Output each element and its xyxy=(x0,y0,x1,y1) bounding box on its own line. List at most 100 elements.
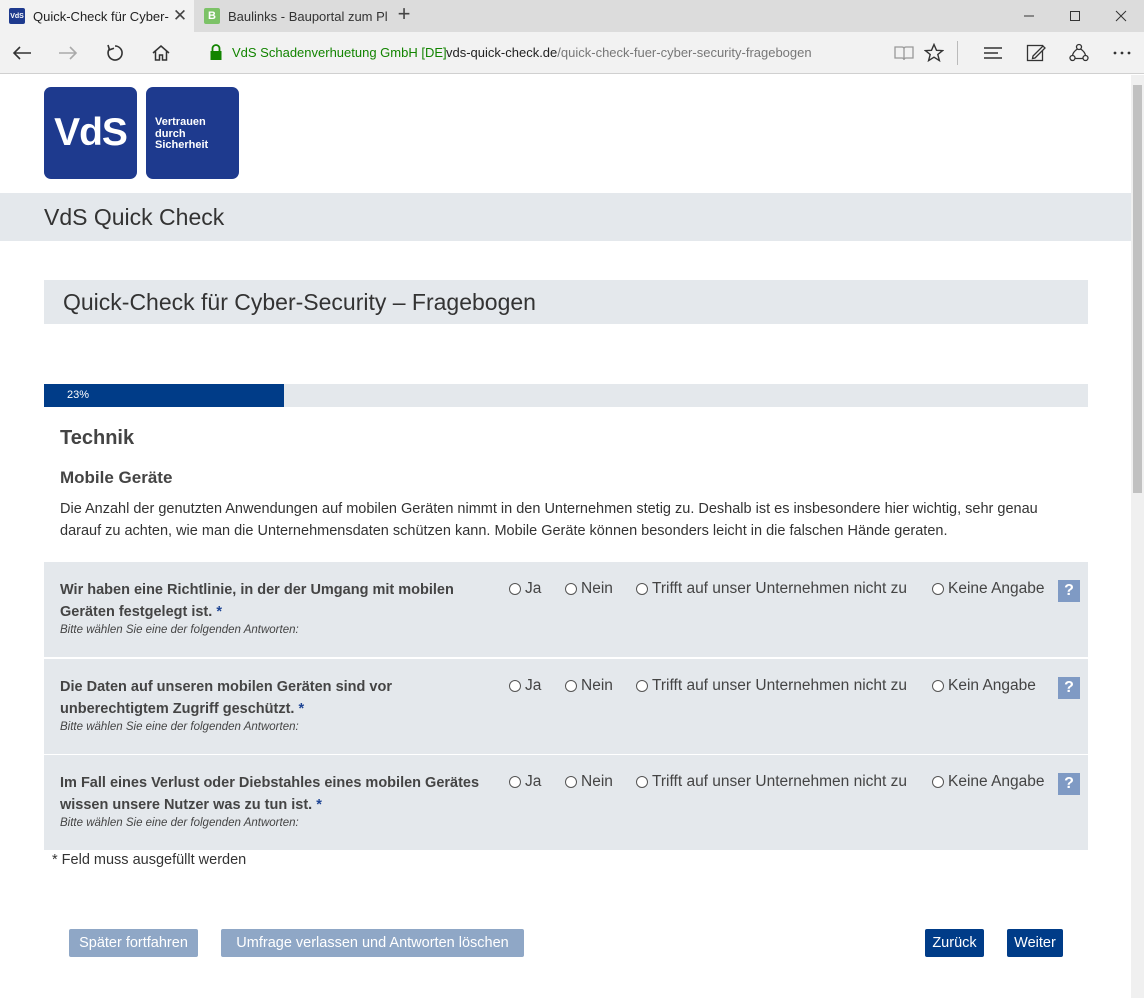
radio-option-keine-angabe[interactable]: Keine Angabe xyxy=(932,773,1045,791)
option-label: Trifft auf unser Unternehmen nicht zu xyxy=(652,580,908,597)
browser-tab-active[interactable]: VdS Quick-Check für Cyber- ✕ xyxy=(0,0,194,32)
radio-button[interactable] xyxy=(509,583,521,595)
option-label: Keine Angabe xyxy=(948,580,1045,597)
continue-later-button[interactable]: Später fortfahren xyxy=(69,929,198,957)
tab-title: Quick-Check für Cyber- xyxy=(33,8,169,24)
help-icon[interactable]: ? xyxy=(1058,580,1080,602)
radio-option-trifft-nicht-zu[interactable]: Trifft auf unser Unternehmen nicht zu xyxy=(636,773,907,791)
scrollbar-thumb[interactable] xyxy=(1133,85,1142,493)
vds-claim-logo[interactable]: Vertrauen durch Sicherheit xyxy=(146,87,239,179)
site-identity[interactable]: VdS Schadenverhuetung GmbH [DE] xyxy=(232,45,447,60)
question-text: Die Daten auf unseren mobilen Geräten si… xyxy=(60,676,490,720)
radio-button[interactable] xyxy=(932,776,944,788)
web-page: VdS Vertrauen durch Sicherheit VdS Quick… xyxy=(0,75,1131,998)
leave-survey-button[interactable]: Umfrage verlassen und Antworten löschen xyxy=(221,929,524,957)
question-3: Im Fall eines Verlust oder Diebstahles e… xyxy=(44,755,1088,850)
radio-option-ja[interactable]: Ja xyxy=(509,773,541,791)
radio-button[interactable] xyxy=(509,776,521,788)
required-mark: * xyxy=(316,797,322,813)
url-field[interactable]: vds-quick-check.de/quick-check-fuer-cybe… xyxy=(446,45,812,60)
reading-view-icon[interactable] xyxy=(888,37,920,69)
radio-button[interactable] xyxy=(565,680,577,692)
required-mark: * xyxy=(298,701,305,717)
browser-tab-bar: VdS Quick-Check für Cyber- ✕ B Baulinks … xyxy=(0,0,1144,32)
more-menu-icon[interactable] xyxy=(1106,37,1138,69)
help-icon[interactable]: ? xyxy=(1058,773,1080,795)
share-icon[interactable] xyxy=(1063,37,1095,69)
required-field-note: * Feld muss ausgefüllt werden xyxy=(52,852,247,868)
refresh-icon[interactable] xyxy=(99,37,131,69)
web-note-icon[interactable] xyxy=(1020,37,1052,69)
radio-option-nein[interactable]: Nein xyxy=(565,580,613,598)
tab-close-icon[interactable]: ✕ xyxy=(170,6,190,26)
minimize-icon[interactable] xyxy=(1006,0,1052,32)
question-text: Im Fall eines Verlust oder Diebstahles e… xyxy=(60,772,490,816)
section-title: Technik xyxy=(60,427,135,449)
section-subtitle: Mobile Geräte xyxy=(60,468,173,487)
radio-button[interactable] xyxy=(636,583,648,595)
home-icon[interactable] xyxy=(145,37,177,69)
option-label: Ja xyxy=(525,773,542,790)
brand-bar: VdS Quick Check xyxy=(0,193,1131,241)
page-scrollbar[interactable] xyxy=(1131,75,1144,998)
new-tab-icon[interactable]: + xyxy=(392,3,416,27)
next-button[interactable]: Weiter xyxy=(1007,929,1063,957)
maximize-icon[interactable] xyxy=(1052,0,1098,32)
option-label: Ja xyxy=(525,580,542,597)
radio-option-trifft-nicht-zu[interactable]: Trifft auf unser Unternehmen nicht zu xyxy=(636,580,907,598)
radio-button[interactable] xyxy=(565,583,577,595)
radio-button[interactable] xyxy=(932,680,944,692)
radio-option-nein[interactable]: Nein xyxy=(565,677,613,695)
logo-text: VdS xyxy=(54,111,128,154)
radio-option-nein[interactable]: Nein xyxy=(565,773,613,791)
baulinks-favicon-icon: B xyxy=(204,8,220,24)
question-2: Die Daten auf unseren mobilen Geräten si… xyxy=(44,659,1088,754)
question-label: Die Daten auf unseren mobilen Geräten si… xyxy=(60,679,392,717)
radio-option-kein-angabe[interactable]: Kein Angabe xyxy=(932,677,1036,695)
page-title: Quick-Check für Cyber-Security – Fragebo… xyxy=(63,289,536,315)
tab-title: Baulinks - Bauportal zum Pl xyxy=(228,8,388,24)
radio-option-ja[interactable]: Ja xyxy=(509,580,541,598)
radio-button[interactable] xyxy=(636,776,648,788)
option-label: Nein xyxy=(581,677,613,694)
question-hint: Bitte wählen Sie eine der folgenden Antw… xyxy=(60,817,299,829)
section-intro: Die Anzahl der genutzten Anwendungen auf… xyxy=(60,501,1038,539)
favorite-star-icon[interactable] xyxy=(918,37,950,69)
progress-label: 23% xyxy=(67,389,90,401)
radio-option-keine-angabe[interactable]: Keine Angabe xyxy=(932,580,1045,598)
back-arrow-icon[interactable] xyxy=(6,37,38,69)
forward-arrow-icon[interactable] xyxy=(52,37,84,69)
vds-logo[interactable]: VdS xyxy=(44,87,137,179)
option-label: Nein xyxy=(581,773,613,790)
lock-icon[interactable] xyxy=(209,43,223,66)
radio-option-ja[interactable]: Ja xyxy=(509,677,541,695)
required-mark: * xyxy=(216,604,222,620)
question-1: Wir haben eine Richtlinie, in der der Um… xyxy=(44,562,1088,657)
option-label: Trifft auf unser Unternehmen nicht zu xyxy=(652,677,908,694)
option-label: Kein Angabe xyxy=(948,677,1036,694)
browser-tab-baulinks[interactable]: B Baulinks - Bauportal zum Pl xyxy=(195,0,389,32)
brand-title: VdS Quick Check xyxy=(44,204,225,230)
question-label: Im Fall eines Verlust oder Diebstahles e… xyxy=(60,775,480,813)
progress-fill: 23% xyxy=(44,384,285,407)
help-icon[interactable]: ? xyxy=(1058,677,1080,699)
radio-option-trifft-nicht-zu[interactable]: Trifft auf unser Unternehmen nicht zu xyxy=(636,677,907,695)
question-text: Wir haben eine Richtlinie, in der der Um… xyxy=(60,579,490,623)
url-domain: vds-quick-check.de xyxy=(446,45,558,60)
option-label: Keine Angabe xyxy=(948,773,1045,790)
address-bar: VdS Schadenverhuetung GmbH [DE] vds-quic… xyxy=(0,32,1144,74)
hub-icon[interactable] xyxy=(977,37,1009,69)
claim-line: Vertrauen xyxy=(155,116,206,128)
url-path: /quick-check-fuer-cyber-security-fragebo… xyxy=(557,45,812,60)
question-hint: Bitte wählen Sie eine der folgenden Antw… xyxy=(60,624,299,636)
back-button[interactable]: Zurück xyxy=(925,929,984,957)
radio-button[interactable] xyxy=(932,583,944,595)
vds-favicon-icon: VdS xyxy=(9,8,25,24)
question-label: Wir haben eine Richtlinie, in der der Um… xyxy=(60,582,454,620)
option-label: Nein xyxy=(581,580,613,597)
option-label: Ja xyxy=(525,677,542,694)
window-close-icon[interactable] xyxy=(1098,0,1144,32)
radio-button[interactable] xyxy=(509,680,521,692)
radio-button[interactable] xyxy=(636,680,648,692)
radio-button[interactable] xyxy=(565,776,577,788)
